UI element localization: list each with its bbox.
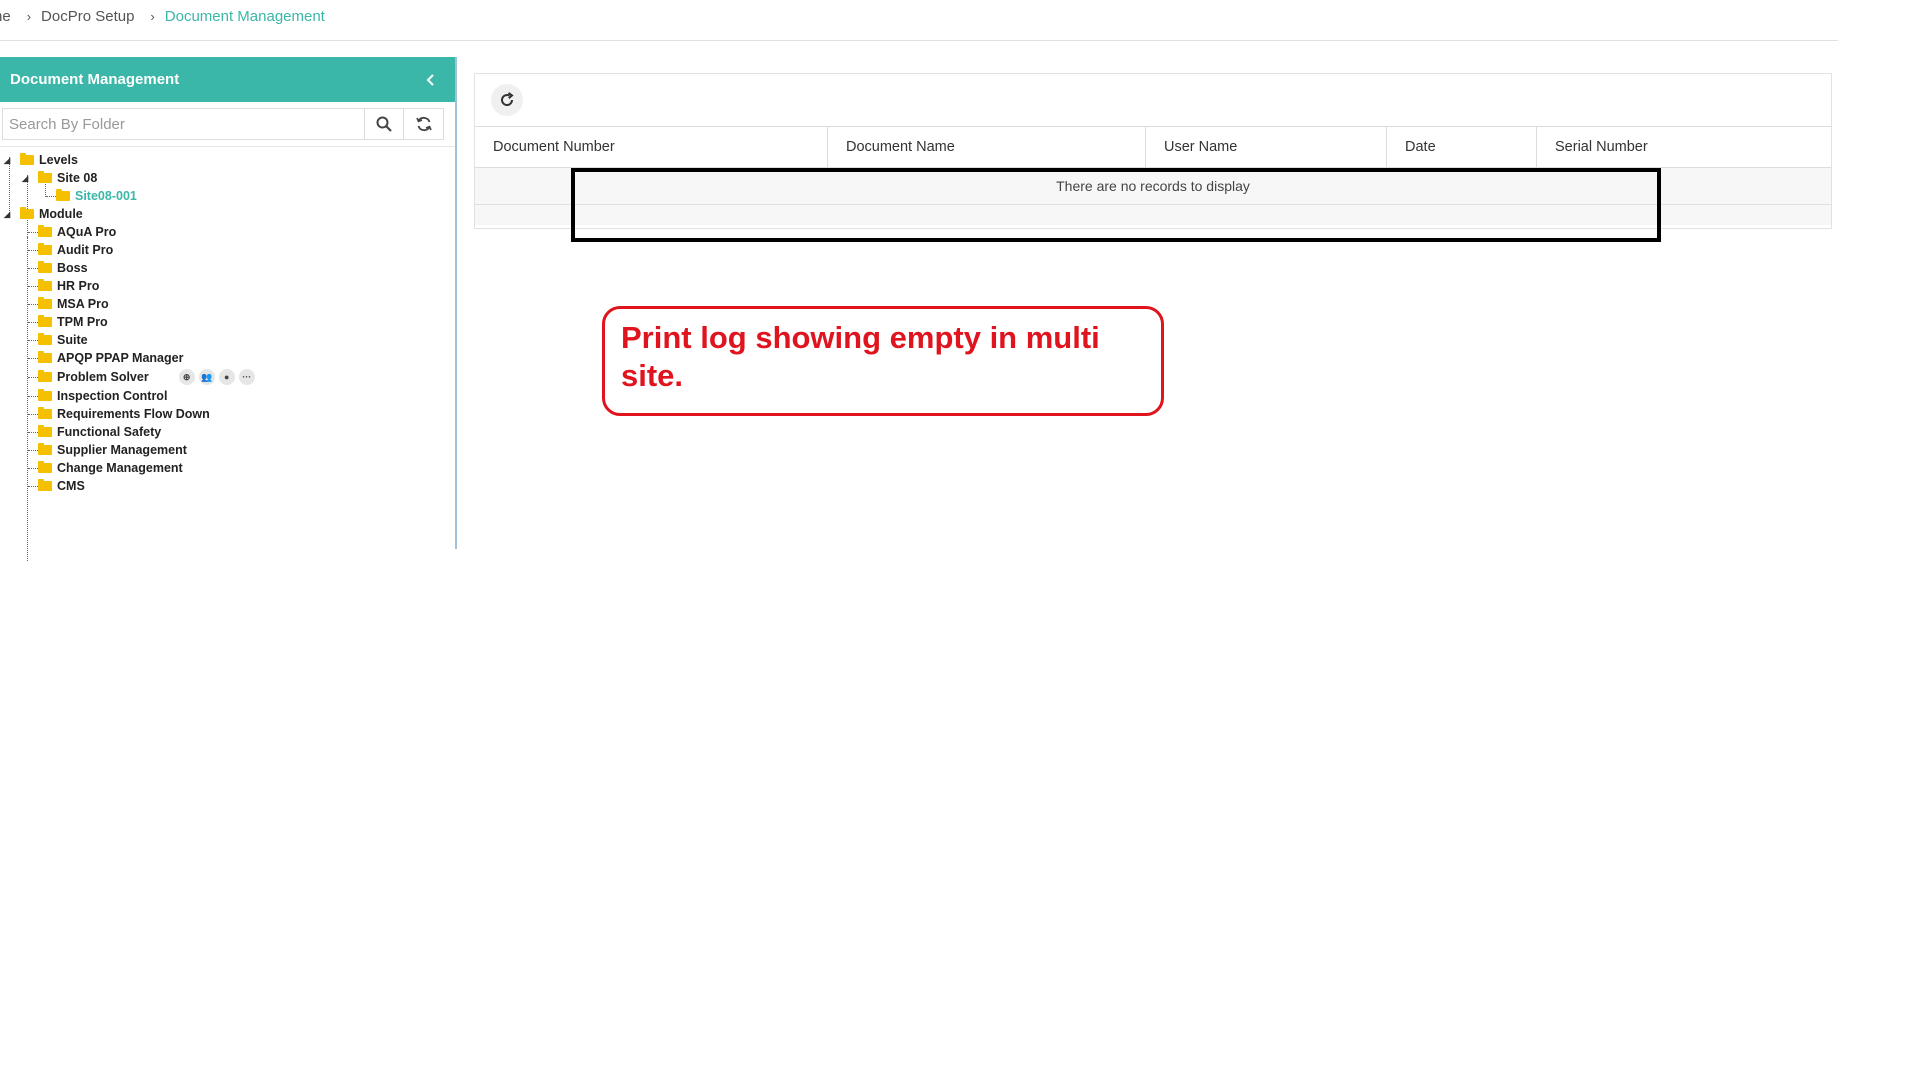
problem-solver-actions: ⊕ 👥 ● ···: [178, 369, 255, 385]
tree-node-module-item[interactable]: APQP PPAP Manager: [0, 349, 455, 367]
refresh-icon: [501, 92, 514, 106]
folder-icon: [38, 389, 52, 401]
collapse-panel-button[interactable]: [419, 68, 443, 92]
tree-connector: [28, 322, 38, 323]
tree-node-site08-001[interactable]: Site08-001: [0, 187, 455, 205]
tree-node-module-item[interactable]: Problem Solver ⊕ 👥 ● ···: [0, 367, 455, 387]
tree-connector: [28, 232, 38, 233]
group-icon[interactable]: 👥: [198, 369, 215, 385]
tree-node-module-item[interactable]: CMS: [0, 477, 455, 495]
column-header-date[interactable]: Date: [1387, 127, 1537, 167]
folder-icon: [38, 171, 52, 183]
tree-connector: [28, 304, 38, 305]
tree-node-site-08[interactable]: ◢ Site 08: [0, 169, 455, 187]
tree-node-module-item[interactable]: Audit Pro: [0, 241, 455, 259]
tree-node-module-item[interactable]: Inspection Control: [0, 387, 455, 405]
folder-panel: Document Management Search By Folder ◢ L…: [0, 57, 457, 561]
folder-icon: [38, 425, 52, 437]
folder-icon: [38, 370, 52, 382]
collapse-triangle-icon[interactable]: ◢: [4, 210, 10, 219]
tree-connector: [46, 196, 56, 197]
panel-title: Document Management: [10, 71, 180, 88]
folder-icon: [38, 461, 52, 473]
breadcrumb-document-management: Document Management: [164, 7, 325, 25]
tree-node-module-item[interactable]: HR Pro: [0, 277, 455, 295]
tree-connector: [28, 450, 38, 451]
folder-search-input[interactable]: [2, 108, 364, 140]
grid-refresh-button[interactable]: [491, 84, 523, 116]
tree-node-module-item[interactable]: Functional Safety: [0, 423, 455, 441]
tree-node-module-item[interactable]: MSA Pro: [0, 295, 455, 313]
highlight-box: [571, 168, 1661, 242]
annotation-callout: Print log showing empty in multi site.: [602, 306, 1164, 416]
folder-icon: [38, 351, 52, 363]
tree-connector: [28, 432, 38, 433]
panel-header: Document Management: [0, 57, 455, 102]
chevron-right-icon: ›: [26, 8, 32, 24]
tree-node-module-item[interactable]: Boss: [0, 259, 455, 277]
folder-icon: [38, 279, 52, 291]
column-header-document-number[interactable]: Document Number: [475, 127, 828, 167]
chevron-left-icon: [426, 73, 434, 86]
folder-icon: [38, 407, 52, 419]
tree-connector: [28, 358, 38, 359]
folder-icon: [38, 333, 52, 345]
folder-icon: [56, 189, 70, 201]
tree-connector: [28, 377, 38, 378]
grid-header: Document Number Document Name User Name …: [475, 127, 1831, 168]
folder-icon: [38, 243, 52, 255]
more-icon[interactable]: ···: [238, 369, 255, 385]
folder-icon: [38, 443, 52, 455]
grid-toolbar: [475, 74, 1831, 126]
folder-icon: [38, 315, 52, 327]
tree-node-module-item[interactable]: Supplier Management: [0, 441, 455, 459]
folder-icon: [38, 225, 52, 237]
header-divider: [0, 40, 1838, 41]
tree-node-levels[interactable]: ◢ Levels: [0, 151, 455, 169]
tree-node-module-item[interactable]: Requirements Flow Down: [0, 405, 455, 423]
chevron-right-icon: ›: [150, 8, 155, 24]
breadcrumb: ne › DocPro Setup › Document Management: [0, 6, 325, 26]
search-button[interactable]: [364, 108, 404, 140]
user-icon[interactable]: ●: [218, 369, 235, 385]
tree-connector: [28, 468, 38, 469]
folder-tree: ◢ Levels ◢ Site 08 Site08-001 ◢ Module A…: [0, 147, 455, 561]
refresh-icon: [415, 116, 432, 132]
tree-connector: [28, 486, 38, 487]
breadcrumb-home[interactable]: ne: [0, 8, 11, 25]
tree-connector: [28, 250, 38, 251]
tree-connector: [28, 340, 38, 341]
folder-icon: [20, 153, 34, 165]
tree-connector: [28, 286, 38, 287]
column-header-serial-number[interactable]: Serial Number: [1537, 127, 1831, 167]
refresh-folders-button[interactable]: [404, 108, 444, 140]
tree-node-module[interactable]: ◢ Module: [0, 205, 455, 223]
column-header-document-name[interactable]: Document Name: [828, 127, 1146, 167]
folder-icon: [38, 479, 52, 491]
folder-search-row: [0, 102, 455, 147]
search-icon: [376, 116, 392, 132]
globe-icon[interactable]: ⊕: [178, 369, 195, 385]
collapse-triangle-icon[interactable]: ◢: [22, 174, 28, 183]
tree-node-module-item[interactable]: Change Management: [0, 459, 455, 477]
column-header-user-name[interactable]: User Name: [1146, 127, 1387, 167]
tree-connector: [28, 268, 38, 269]
breadcrumb-docpro-setup[interactable]: DocPro Setup: [41, 8, 134, 25]
folder-icon: [20, 207, 34, 219]
tree-node-module-item[interactable]: Suite: [0, 331, 455, 349]
folder-icon: [38, 297, 52, 309]
tree-node-module-item[interactable]: AQuA Pro: [0, 223, 455, 241]
tree-connector: [28, 396, 38, 397]
collapse-triangle-icon[interactable]: ◢: [4, 156, 10, 165]
tree-connector: [28, 414, 38, 415]
folder-icon: [38, 261, 52, 273]
tree-node-module-item[interactable]: TPM Pro: [0, 313, 455, 331]
